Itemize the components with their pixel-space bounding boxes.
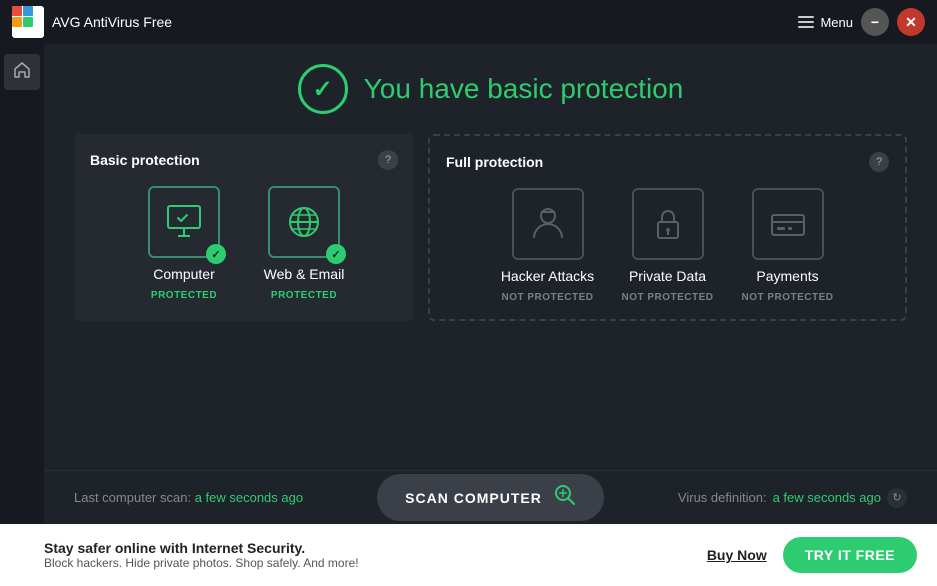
cards-container: Basic protection ? ✓ Computer (74, 134, 907, 321)
hamburger-icon (798, 16, 814, 28)
basic-protection-items: ✓ Computer PROTECTED (90, 186, 398, 301)
avg-logo-icon (12, 6, 44, 38)
basic-protection-card: Basic protection ? ✓ Computer (74, 134, 414, 321)
basic-card-title: Basic protection (90, 152, 200, 168)
private-data-icon-wrapper (632, 188, 704, 260)
window-controls: Menu − ✕ (798, 8, 925, 36)
private-data-item-status: NOT PROTECTED (621, 292, 713, 303)
footer-title: Stay safer online with Internet Security… (44, 540, 359, 556)
hacker-attacks-icon (526, 202, 570, 246)
web-email-icon (282, 200, 326, 244)
home-button[interactable] (4, 54, 40, 90)
private-data-item[interactable]: Private Data NOT PROTECTED (618, 188, 718, 303)
app-name: AVG AntiVirus Free (52, 14, 172, 30)
menu-button[interactable]: Menu (798, 15, 853, 30)
main-content: ✓ You have basic protection Basic protec… (44, 44, 937, 524)
minimize-button[interactable]: − (861, 8, 889, 36)
footer-text-block: Stay safer online with Internet Security… (44, 540, 359, 570)
try-free-button[interactable]: TRY IT FREE (783, 537, 917, 573)
full-protection-items: Hacker Attacks NOT PROTECTED Pri (446, 188, 889, 303)
last-scan-info: Last computer scan: a few seconds ago (74, 490, 303, 505)
scan-button-label: SCAN COMPUTER (405, 490, 542, 506)
payments-item[interactable]: Payments NOT PROTECTED (738, 188, 838, 303)
full-card-title: Full protection (446, 154, 543, 170)
protection-title: You have basic protection (364, 73, 684, 105)
payments-icon (766, 202, 810, 246)
full-protection-card: Full protection ? Hacker Atta (428, 134, 907, 321)
footer-subtitle: Block hackers. Hide private photos. Shop… (44, 556, 359, 570)
virus-definition-info: Virus definition: a few seconds ago ↻ (678, 488, 907, 508)
basic-card-header: Basic protection ? (90, 150, 398, 170)
computer-icon-wrapper: ✓ (148, 186, 220, 258)
scan-bar: Last computer scan: a few seconds ago SC… (44, 470, 937, 524)
home-icon (13, 61, 31, 84)
buy-now-link[interactable]: Buy Now (707, 547, 767, 563)
web-email-check-badge: ✓ (326, 244, 346, 264)
web-email-item-status: PROTECTED (271, 290, 337, 301)
check-circle-icon: ✓ (298, 64, 348, 114)
payments-item-name: Payments (756, 268, 818, 284)
payments-icon-wrapper (752, 188, 824, 260)
hacker-attacks-item[interactable]: Hacker Attacks NOT PROTECTED (498, 188, 598, 303)
computer-item-status: PROTECTED (151, 290, 217, 301)
footer-banner: Stay safer online with Internet Security… (0, 524, 937, 586)
last-scan-time: a few seconds ago (195, 490, 303, 505)
hacker-attacks-item-name: Hacker Attacks (501, 268, 594, 284)
payments-item-status: NOT PROTECTED (741, 292, 833, 303)
web-email-protection-item[interactable]: ✓ Web & Email PROTECTED (254, 186, 354, 301)
footer-actions: Buy Now TRY IT FREE (707, 537, 917, 573)
private-data-icon (646, 202, 690, 246)
scan-computer-button[interactable]: SCAN COMPUTER (377, 474, 604, 521)
title-bar: AVG AntiVirus Free Menu − ✕ (0, 0, 937, 44)
scan-icon (554, 484, 576, 511)
virus-def-label: Virus definition: (678, 490, 767, 505)
close-button[interactable]: ✕ (897, 8, 925, 36)
hacker-attacks-icon-wrapper (512, 188, 584, 260)
private-data-item-name: Private Data (629, 268, 706, 284)
refresh-icon[interactable]: ↻ (887, 488, 907, 508)
computer-check-badge: ✓ (206, 244, 226, 264)
last-scan-label: Last computer scan: (74, 490, 191, 505)
sidebar (0, 44, 44, 586)
basic-help-badge[interactable]: ? (378, 150, 398, 170)
virus-def-time: a few seconds ago (773, 490, 881, 505)
menu-label: Menu (820, 15, 853, 30)
computer-icon (162, 200, 206, 244)
web-email-icon-wrapper: ✓ (268, 186, 340, 258)
protection-header: ✓ You have basic protection (298, 64, 684, 114)
computer-item-name: Computer (153, 266, 214, 282)
full-card-header: Full protection ? (446, 152, 889, 172)
web-email-item-name: Web & Email (264, 266, 345, 282)
checkmark-icon: ✓ (313, 75, 333, 104)
computer-protection-item[interactable]: ✓ Computer PROTECTED (134, 186, 234, 301)
hacker-attacks-item-status: NOT PROTECTED (501, 292, 593, 303)
full-help-badge[interactable]: ? (869, 152, 889, 172)
app-logo: AVG AntiVirus Free (12, 6, 172, 38)
